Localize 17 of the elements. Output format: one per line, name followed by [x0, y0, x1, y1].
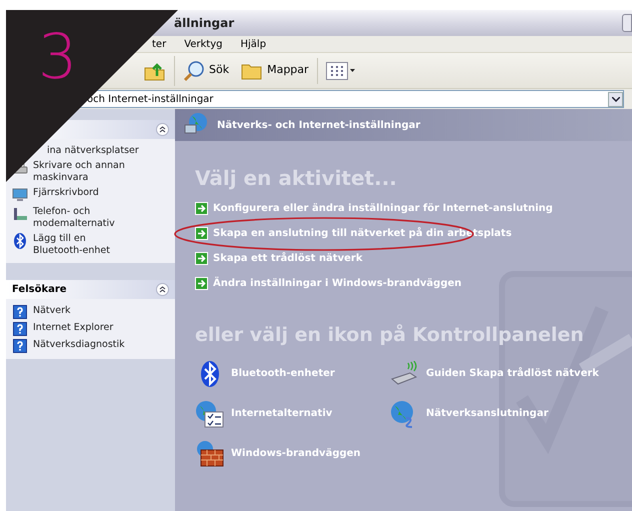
task-link[interactable]: ina nätverksplatser	[47, 145, 162, 157]
window-title: ällningar	[174, 15, 234, 32]
group-title: Felsökare	[12, 283, 67, 297]
task-link[interactable]: Nätverk	[33, 305, 133, 317]
task-link[interactable]: Skrivare och annan maskinvara	[33, 160, 133, 184]
menu-item[interactable]: Hjälp	[240, 36, 266, 52]
menu-item[interactable]: ter	[152, 36, 166, 52]
menu-item[interactable]: Verktyg	[184, 36, 222, 52]
task-link[interactable]: Nätverksdiagnostik	[33, 339, 133, 351]
task-link[interactable]: Telefon- och modemalternativ	[33, 206, 133, 230]
task-link[interactable]: Internet Explorer	[33, 322, 133, 334]
folders-button[interactable]: Mappar	[237, 56, 313, 84]
search-button[interactable]: Sök	[179, 56, 234, 86]
category-title: Nätverks- och Internet-inställningar	[217, 118, 420, 132]
step-number: 3	[38, 22, 78, 92]
task-link[interactable]: Fjärrskrivbord	[33, 187, 133, 199]
task-link[interactable]: Lägg till en Bluetooth-enhet	[33, 233, 133, 257]
